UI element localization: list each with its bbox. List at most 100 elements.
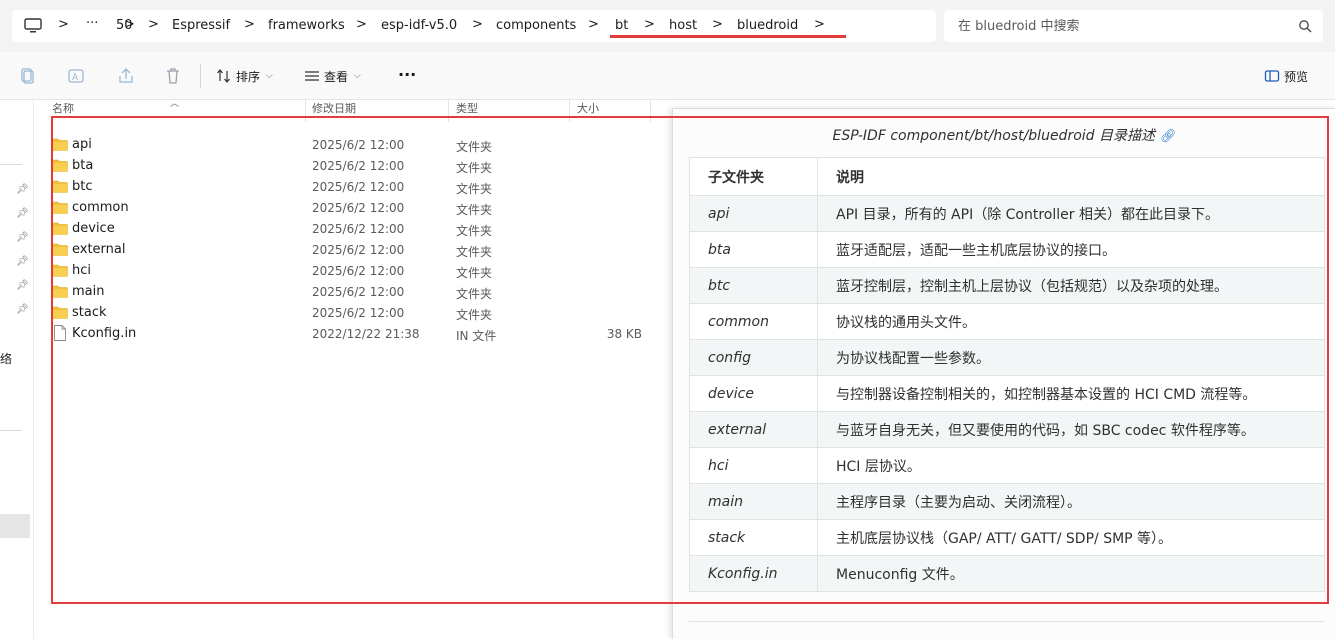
description-cell: 主机底层协议栈（GAP/ ATT/ GATT/ SDP/ SMP 等）。 [817, 519, 1325, 556]
sort-icon [217, 69, 230, 83]
crumb-components[interactable]: components [496, 18, 576, 33]
file-name: device [72, 221, 115, 236]
sort-button[interactable]: 排序 ⌵ [216, 66, 273, 86]
subfolder-cell: btc [689, 267, 818, 304]
file-row[interactable]: hci 2025/6/2 12:00 文件夹 [52, 261, 652, 282]
column-separator[interactable] [305, 100, 306, 122]
crumb-separator[interactable]: > [472, 17, 483, 32]
file-row[interactable]: Kconfig.in 2022/12/22 21:38 IN 文件 38 KB [52, 324, 652, 345]
doc-title: ESP-IDF component/bt/host/bluedroid 目录描述… [673, 125, 1335, 145]
file-type: 文件夹 [456, 182, 493, 196]
description-cell: 主程序目录（主要为启动、关闭流程）。 [817, 483, 1325, 520]
file-name: bta [72, 158, 94, 173]
copy-icon[interactable] [19, 66, 39, 86]
file-type: 文件夹 [456, 224, 493, 238]
sort-ascending-icon: ︿ [170, 99, 180, 109]
crumb-separator[interactable]: > [644, 17, 655, 32]
folder-icon [52, 285, 68, 298]
description-cell: 与蓝牙自身无关，但又要使用的代码，如 SBC codec 软件程序等。 [817, 411, 1325, 448]
pin-icon[interactable]: 📌︎ [16, 184, 29, 195]
file-date: 2025/6/2 12:00 [312, 264, 405, 278]
crumb-more[interactable]: ··· [86, 16, 98, 31]
column-header-size[interactable]: 大小 [577, 100, 599, 120]
crumb-espressif[interactable]: Espressif [172, 18, 230, 33]
crumb-frameworks[interactable]: frameworks [268, 18, 345, 33]
subfolder-cell: external [689, 411, 818, 448]
crumb-host[interactable]: host [669, 18, 697, 33]
table-row: stack 主机底层协议栈（GAP/ ATT/ GATT/ SDP/ SMP 等）… [689, 519, 1325, 556]
nav-item-network[interactable]: 络 [0, 350, 12, 367]
crumb-50[interactable]: 50 [116, 18, 133, 33]
chevron-down-icon: ⌵ [266, 71, 273, 81]
file-row[interactable]: main 2025/6/2 12:00 文件夹 [52, 282, 652, 303]
crumb-separator[interactable]: > [58, 17, 69, 32]
documentation-panel: ESP-IDF component/bt/host/bluedroid 目录描述… [672, 108, 1335, 639]
folder-icon [52, 201, 68, 214]
crumb-separator[interactable]: > [356, 17, 367, 32]
column-header-type[interactable]: 类型 [456, 100, 478, 120]
crumb-separator[interactable]: > [588, 17, 599, 32]
column-header-name[interactable]: 名称 [52, 100, 74, 120]
file-date: 2025/6/2 12:00 [312, 243, 405, 257]
address-bar-row: > ··· > 50 > Espressif > frameworks > es… [0, 0, 1335, 52]
file-date: 2025/6/2 12:00 [312, 222, 405, 236]
column-header-date[interactable]: 修改日期 [312, 100, 356, 120]
description-cell: HCI 层协议。 [817, 447, 1325, 484]
crumb-esp-idf[interactable]: esp-idf-v5.0 [381, 18, 457, 33]
description-cell: 协议栈的通用头文件。 [817, 303, 1325, 340]
pin-icon[interactable]: 📌︎ [16, 232, 29, 243]
pin-icon[interactable]: 📌︎ [16, 280, 29, 291]
subfolder-cell: device [689, 375, 818, 412]
this-pc-icon[interactable] [24, 18, 42, 34]
link-icon[interactable]: 🔗︎ [1160, 129, 1177, 144]
subfolder-cell: main [689, 483, 818, 520]
file-row[interactable]: btc 2025/6/2 12:00 文件夹 [52, 177, 652, 198]
crumb-bt[interactable]: bt [615, 18, 628, 33]
file-type: 文件夹 [456, 266, 493, 280]
table-row: bta 蓝牙适配层，适配一些主机底层协议的接口。 [689, 231, 1325, 268]
description-cell: 为协议栈配置一些参数。 [817, 339, 1325, 376]
share-icon[interactable] [116, 66, 136, 86]
crumb-separator[interactable]: > [712, 17, 723, 32]
crumb-separator[interactable]: > [814, 17, 825, 32]
file-row[interactable]: stack 2025/6/2 12:00 文件夹 [52, 303, 652, 324]
more-options-button[interactable]: ··· [398, 64, 416, 84]
pin-icon[interactable]: 📌︎ [16, 304, 29, 315]
file-name: hci [72, 263, 91, 278]
file-date: 2025/6/2 12:00 [312, 159, 405, 173]
nav-item-selected[interactable] [0, 514, 30, 538]
file-row[interactable]: common 2025/6/2 12:00 文件夹 [52, 198, 652, 219]
subfolder-cell: common [689, 303, 818, 340]
description-cell: 蓝牙适配层，适配一些主机底层协议的接口。 [817, 231, 1325, 268]
table-row: btc 蓝牙控制层，控制主机上层协议（包括规范）以及杂项的处理。 [689, 267, 1325, 304]
column-separator[interactable] [650, 100, 651, 122]
rename-icon[interactable]: A [66, 66, 86, 86]
file-date: 2025/6/2 12:00 [312, 306, 405, 320]
subfolder-cell: config [689, 339, 818, 376]
view-button[interactable]: 查看 ⌵ [304, 66, 361, 86]
file-row[interactable]: api 2025/6/2 12:00 文件夹 [52, 135, 652, 156]
search-input[interactable] [956, 16, 1286, 36]
folder-icon [52, 264, 68, 277]
file-size: 38 KB [606, 327, 642, 341]
nav-divider [0, 430, 22, 431]
file-row[interactable]: device 2025/6/2 12:00 文件夹 [52, 219, 652, 240]
file-row[interactable]: external 2025/6/2 12:00 文件夹 [52, 240, 652, 261]
description-cell: 蓝牙控制层，控制主机上层协议（包括规范）以及杂项的处理。 [817, 267, 1325, 304]
crumb-separator[interactable]: > [148, 17, 159, 32]
table-row: Kconfig.in Menuconfig 文件。 [689, 555, 1325, 592]
delete-icon[interactable] [163, 66, 183, 86]
file-type: 文件夹 [456, 287, 493, 301]
crumb-bluedroid[interactable]: bluedroid [737, 18, 798, 33]
column-separator[interactable] [448, 100, 449, 122]
file-row[interactable]: bta 2025/6/2 12:00 文件夹 [52, 156, 652, 177]
search-box[interactable] [944, 10, 1323, 42]
search-icon[interactable] [1298, 19, 1312, 33]
preview-pane-button[interactable]: 预览 [1264, 66, 1308, 86]
crumb-separator[interactable]: > [244, 17, 255, 32]
file-name: btc [72, 179, 93, 194]
pin-icon[interactable]: 📌︎ [16, 256, 29, 267]
column-separator[interactable] [569, 100, 570, 122]
pin-icon[interactable]: 📌︎ [16, 208, 29, 219]
table-row: api API 目录，所有的 API（除 Controller 相关）都在此目录下… [689, 195, 1325, 232]
